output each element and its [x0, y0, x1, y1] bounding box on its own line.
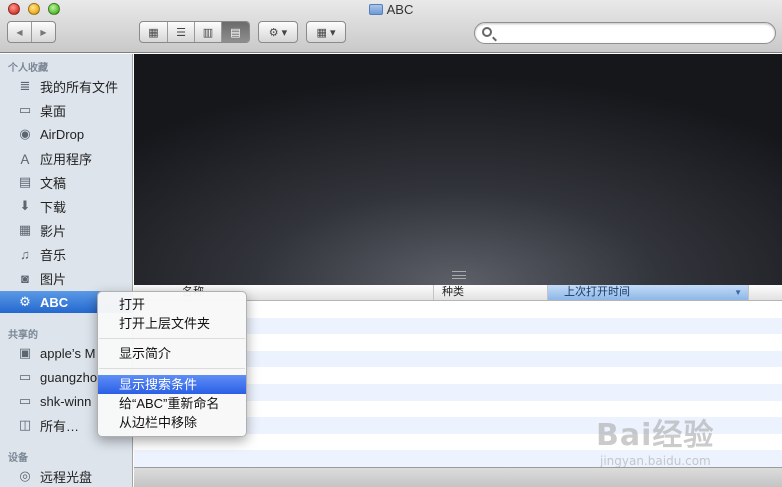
sidebar-item-label: shk-winn — [40, 393, 92, 409]
search-icon — [482, 27, 492, 37]
status-bar — [134, 467, 782, 487]
list-view-button[interactable]: ☰ — [168, 22, 195, 42]
applications-icon: Ａ — [18, 151, 32, 167]
sidebar-context-menu: 打开 打开上层文件夹 显示简介 显示搜索条件 给“ABC”重新命名 从边栏中移除 — [97, 291, 247, 437]
network-icon: ◫ — [18, 417, 32, 432]
coverflow-view-button[interactable]: ▤ — [222, 22, 249, 42]
window-title: ABC — [0, 2, 782, 17]
back-button[interactable]: ◀ — [8, 22, 32, 42]
arrange-segment: ▦ ▾ — [307, 22, 345, 42]
menu-item-open[interactable]: 打开 — [98, 295, 246, 314]
sidebar-item-applications[interactable]: Ａ 应用程序 — [0, 147, 133, 169]
downloads-icon: ⬇ — [19, 198, 31, 213]
pc-icon: ▭ — [18, 393, 32, 408]
sidebar-item-label: ABC — [40, 294, 69, 310]
computer-icon: ▣ — [18, 345, 32, 360]
sidebar-item-label: 我的所有文件 — [40, 79, 119, 95]
sidebar-item-label: apple’s M — [40, 345, 96, 361]
sidebar-item-label: 所有… — [40, 418, 80, 434]
folder-icon — [368, 4, 383, 15]
music-icon: ♫ — [20, 246, 30, 262]
coverflow-preview[interactable] — [134, 54, 782, 285]
arrange-menu-button[interactable]: ▦ ▾ — [306, 21, 346, 43]
forward-button[interactable]: ▶ — [32, 22, 55, 42]
sort-descending-icon: ▼ — [734, 288, 742, 297]
movies-icon: ▦ — [18, 222, 32, 237]
pc-icon: ▭ — [18, 369, 32, 384]
column-header-last-opened[interactable]: 上次打开时间 ▼ — [548, 285, 749, 300]
sidebar-item-label: 文稿 — [40, 175, 67, 191]
menu-item-remove-from-sidebar[interactable]: 从边栏中移除 — [98, 413, 246, 432]
sidebar-item-remote-disc[interactable]: ◎ 远程光盘 — [0, 465, 133, 487]
resize-grip-handle[interactable] — [452, 271, 466, 279]
column-header-label: 上次打开时间 — [564, 286, 630, 298]
disc-icon: ◎ — [19, 468, 31, 483]
view-mode-group: ▦ ☰ ▥ ▤ — [139, 21, 250, 43]
sidebar-item-label: 远程光盘 — [40, 469, 93, 485]
window-title-text: ABC — [386, 2, 414, 17]
back-forward-group: ◀ ▶ — [7, 21, 56, 43]
icon-view-icon: ▦ — [148, 26, 159, 39]
sidebar-item-airdrop[interactable]: ◉ AirDrop — [0, 123, 133, 145]
sidebar-item-all-my-files[interactable]: ≣ 我的所有文件 — [0, 75, 133, 97]
airdrop-icon: ◉ — [19, 126, 31, 141]
column-header-kind[interactable]: 种类 — [434, 285, 548, 300]
arrange-grid-icon: ▦ ▾ — [316, 26, 336, 39]
shared-section-title: 共享的 — [8, 330, 38, 341]
menu-separator — [99, 368, 245, 369]
sidebar-item-label: AirDrop — [40, 126, 85, 142]
sidebar-item-movies[interactable]: ▦ 影片 — [0, 219, 133, 241]
icon-view-button[interactable]: ▦ — [140, 22, 168, 42]
sidebar-item-documents[interactable]: ▤ 文稿 — [0, 171, 133, 193]
list-view-icon: ☰ — [176, 26, 186, 39]
pictures-icon: ◙ — [21, 270, 29, 286]
menu-item-get-info[interactable]: 显示简介 — [98, 344, 246, 363]
desktop-icon: ▭ — [18, 102, 32, 117]
all-files-icon: ≣ — [19, 78, 31, 93]
back-arrow-icon: ◀ — [16, 27, 23, 37]
sidebar-item-label: 桌面 — [40, 103, 67, 119]
column-header-label: 种类 — [442, 286, 464, 298]
sidebar-item-label: 音乐 — [40, 247, 67, 263]
sidebar-item-desktop[interactable]: ▭ 桌面 — [0, 99, 133, 121]
search-field[interactable] — [474, 22, 776, 44]
watermark-brand: Bai经验 — [596, 418, 715, 453]
documents-icon: ▤ — [18, 174, 32, 189]
search-input[interactable] — [497, 25, 767, 41]
sidebar-item-pictures[interactable]: ◙ 图片 — [0, 267, 133, 289]
column-view-icon: ▥ — [202, 26, 214, 39]
sidebar-item-label: 图片 — [40, 271, 67, 287]
menu-item-open-enclosing-folder[interactable]: 打开上层文件夹 — [98, 314, 246, 333]
column-view-button[interactable]: ▥ — [195, 22, 222, 42]
menu-separator — [99, 338, 245, 339]
sidebar-item-label: 应用程序 — [40, 151, 93, 167]
baidu-watermark: Bai经验 jingyan.baidu.com — [596, 410, 714, 468]
window-toolbar: ABC ◀ ▶ ▦ ☰ ▥ ▤ ⚙ ▾ ▦ ▾ — [0, 0, 782, 53]
menu-item-rename[interactable]: 给“ABC”重新命名 — [98, 394, 246, 413]
sidebar-item-label: 影片 — [40, 223, 67, 239]
sidebar-item-downloads[interactable]: ⬇ 下载 — [0, 195, 133, 217]
action-gear-segment: ⚙ ▾ — [259, 22, 297, 42]
menu-item-show-search-criteria[interactable]: 显示搜索条件 — [98, 375, 246, 394]
watermark-url: jingyan.baidu.com — [600, 454, 711, 468]
sidebar-item-label: 下载 — [40, 199, 67, 215]
sidebar-item-label: guangzho — [40, 369, 98, 385]
favorites-section-title: 个人收藏 — [8, 63, 48, 74]
gear-icon: ⚙ ▾ — [268, 26, 288, 39]
devices-section-title: 设备 — [8, 453, 28, 464]
forward-arrow-icon: ▶ — [40, 27, 47, 37]
gear-folder-icon: ⚙ — [19, 294, 31, 309]
action-menu-button[interactable]: ⚙ ▾ — [258, 21, 298, 43]
sidebar-item-music[interactable]: ♫ 音乐 — [0, 243, 133, 265]
coverflow-view-icon: ▤ — [230, 26, 241, 39]
